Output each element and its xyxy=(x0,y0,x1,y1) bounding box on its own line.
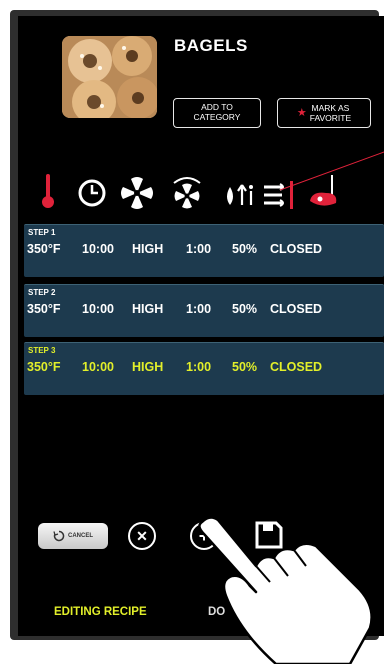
step-temp: 350°F xyxy=(27,242,61,256)
step-fan: HIGH xyxy=(132,302,164,316)
step-temp: 350°F xyxy=(27,302,61,316)
step-time: 10:00 xyxy=(82,360,114,374)
step-row-1[interactable]: STEP 1 350°F 10:00 HIGH 1:00 50% CLOSED xyxy=(24,224,384,277)
recipe-photo xyxy=(62,36,157,118)
step-vent: CLOSED xyxy=(270,360,323,374)
step-time: 10:00 xyxy=(82,302,114,316)
step-humidity: 50% xyxy=(232,242,258,256)
step-row-2[interactable]: STEP 2 350°F 10:00 HIGH 1:00 50% CLOSED xyxy=(24,284,384,337)
mark-as-favorite-line2: FAVORITE xyxy=(309,113,352,123)
thermometer-icon xyxy=(42,174,54,208)
mark-as-favorite-line1: MARK AS xyxy=(311,103,350,113)
step-fan-time: 1:00 xyxy=(186,242,212,256)
step-humidity: 50% xyxy=(232,302,258,316)
delete-step-button[interactable]: ✕ xyxy=(128,522,156,550)
humidity-icon xyxy=(227,184,253,205)
undo-icon xyxy=(53,530,65,542)
step-fan: HIGH xyxy=(132,360,164,374)
cancel-label: CANCEL xyxy=(68,533,93,539)
vent-icon xyxy=(264,181,293,209)
parameter-icon-row xyxy=(38,171,384,215)
add-to-category-button[interactable]: ADD TO CATEGORY xyxy=(173,98,261,128)
close-icon: ✕ xyxy=(136,527,148,544)
step-time: 10:00 xyxy=(82,242,114,256)
step-humidity: 50% xyxy=(232,360,258,374)
step-fan-time: 1:00 xyxy=(186,302,212,316)
cancel-button[interactable]: CANCEL xyxy=(38,523,108,549)
step-temp: 350°F xyxy=(27,360,61,374)
add-to-category-line2: CATEGORY xyxy=(193,112,241,122)
step-label: STEP 1 xyxy=(28,228,56,237)
fan-speed-icon xyxy=(173,177,201,209)
clock-icon xyxy=(78,179,106,207)
add-to-category-line1: ADD TO xyxy=(201,102,233,112)
step-label: STEP 3 xyxy=(28,346,56,355)
probe-icon xyxy=(310,175,337,206)
step-row-3[interactable]: STEP 3 350°F 10:00 HIGH 1:00 50% CLOSED xyxy=(24,342,384,395)
step-fan-time: 1:00 xyxy=(186,360,212,374)
step-vent: CLOSED xyxy=(270,242,323,256)
fan-icon xyxy=(121,177,153,209)
star-icon: ★ xyxy=(296,107,307,119)
mark-as-favorite-label: MARK AS FAVORITE xyxy=(310,103,351,123)
recipe-title: BAGELS xyxy=(174,36,248,55)
step-vent: CLOSED xyxy=(270,302,323,316)
hand-pointer-icon xyxy=(198,516,373,664)
step-label: STEP 2 xyxy=(28,288,56,297)
mark-as-favorite-button[interactable]: ★ MARK AS FAVORITE xyxy=(277,98,371,128)
step-fan: HIGH xyxy=(132,242,164,256)
footer-tab-editing-recipe[interactable]: EDITING RECIPE xyxy=(54,606,147,618)
